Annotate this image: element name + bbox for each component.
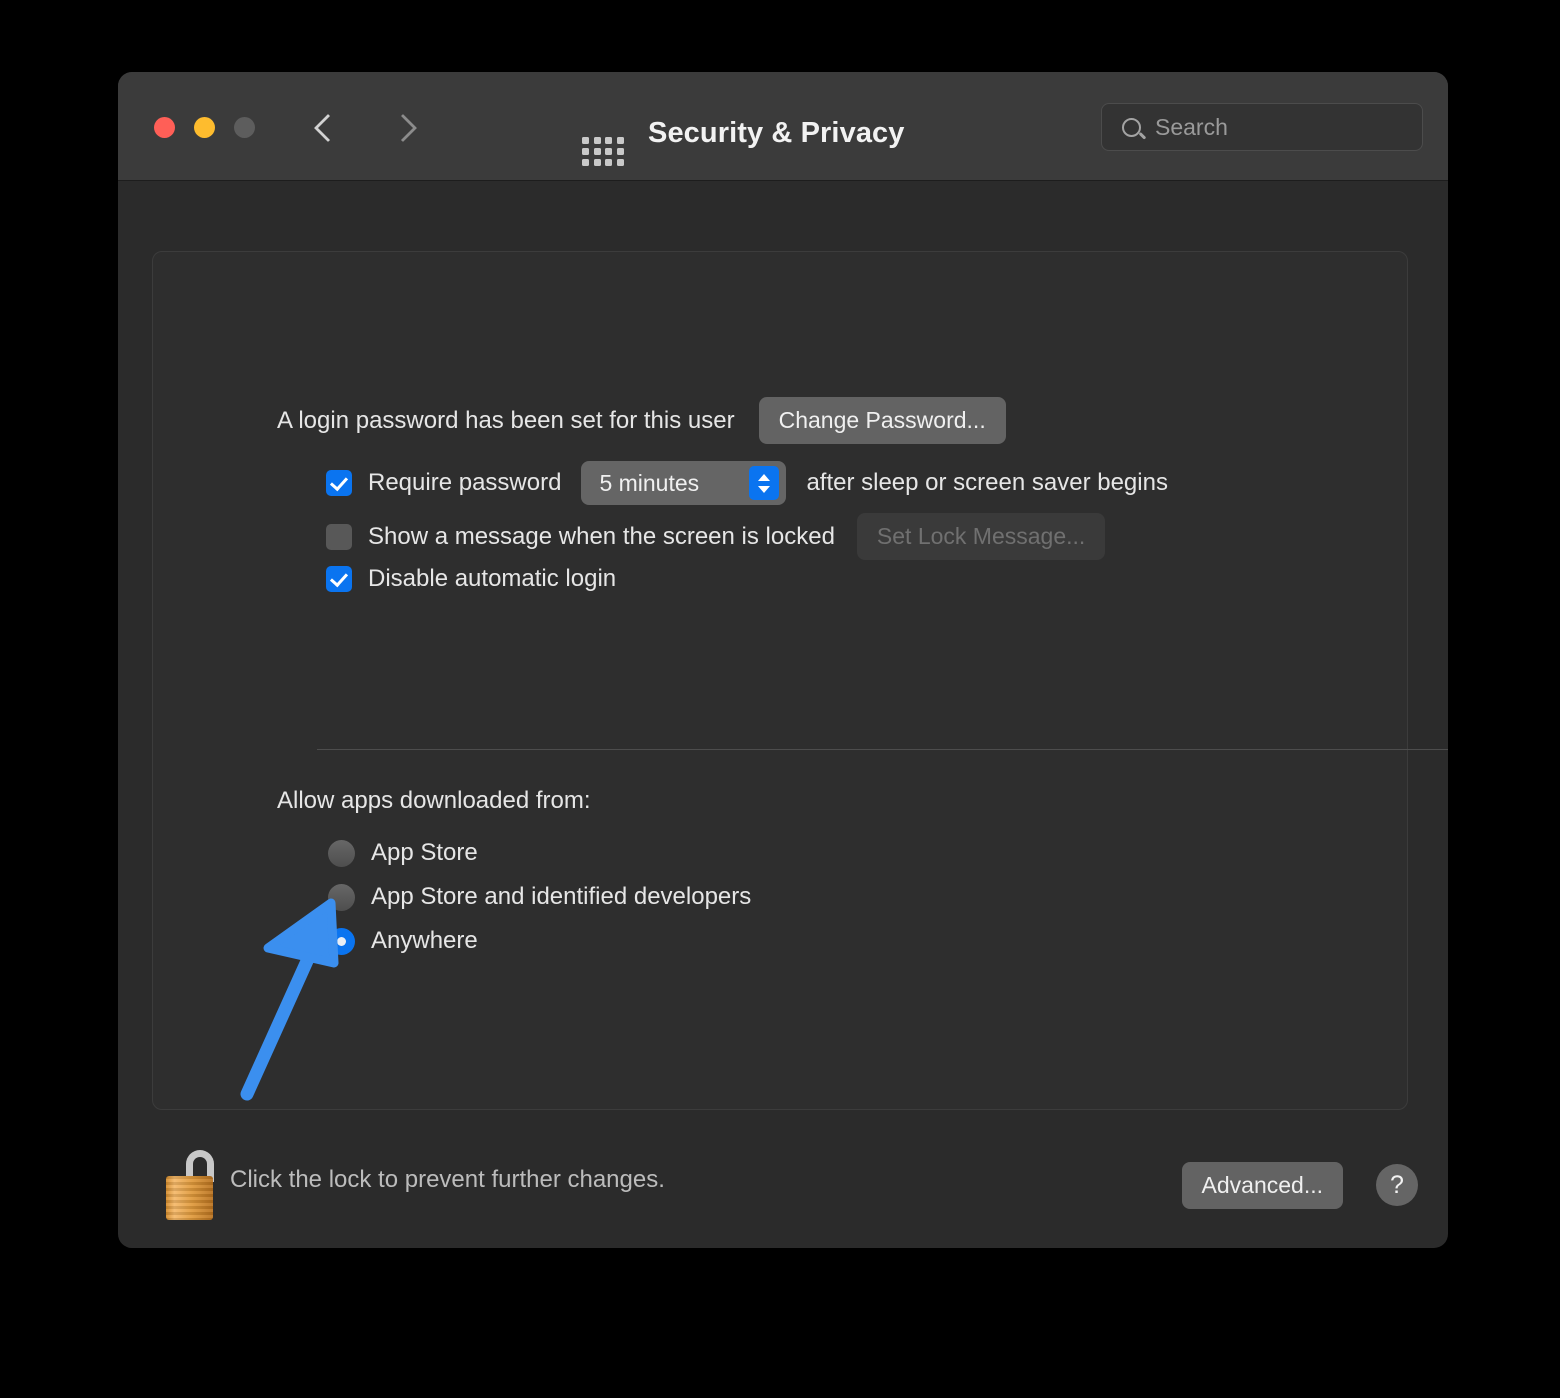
close-button[interactable] bbox=[154, 117, 175, 138]
traffic-lights bbox=[154, 117, 255, 138]
require-password-label: Require password bbox=[368, 469, 561, 497]
back-button[interactable] bbox=[308, 108, 348, 148]
radio-app-store-identified-developers[interactable] bbox=[328, 884, 355, 911]
unlocked-padlock-icon[interactable] bbox=[166, 1150, 222, 1220]
minimize-button[interactable] bbox=[194, 117, 215, 138]
forward-button[interactable] bbox=[383, 108, 423, 148]
search-icon bbox=[1122, 118, 1141, 137]
set-lock-message-button[interactable]: Set Lock Message... bbox=[857, 513, 1105, 560]
disable-auto-login-checkbox[interactable] bbox=[326, 566, 352, 592]
require-password-interval-popup[interactable]: 5 minutes bbox=[581, 461, 786, 505]
radio-app-store-identified-developers-label: App Store and identified developers bbox=[371, 883, 751, 911]
stepper-icon[interactable] bbox=[749, 466, 779, 500]
help-button[interactable]: ? bbox=[1376, 1164, 1418, 1206]
radio-app-store[interactable] bbox=[328, 840, 355, 867]
padlock-body bbox=[166, 1176, 213, 1220]
show-all-grid-icon[interactable] bbox=[582, 137, 624, 166]
require-password-interval-value: 5 minutes bbox=[599, 470, 749, 497]
radio-row-app-store[interactable]: App Store bbox=[328, 839, 478, 867]
chevron-right-icon bbox=[389, 114, 417, 142]
window-titlebar: Security & Privacy Search bbox=[118, 72, 1448, 181]
radio-row-anywhere[interactable]: Anywhere bbox=[328, 927, 478, 955]
search-field[interactable]: Search bbox=[1101, 103, 1423, 151]
radio-app-store-label: App Store bbox=[371, 839, 478, 867]
radio-anywhere-label: Anywhere bbox=[371, 927, 478, 955]
show-lock-message-row: Show a message when the screen is locked… bbox=[326, 513, 1105, 560]
disable-auto-login-label: Disable automatic login bbox=[368, 565, 616, 593]
chevron-up-icon bbox=[758, 474, 770, 481]
general-settings-panel: A login password has been set for this u… bbox=[152, 251, 1408, 1110]
login-password-status: A login password has been set for this u… bbox=[277, 407, 735, 435]
show-lock-message-label: Show a message when the screen is locked bbox=[368, 523, 835, 551]
system-preferences-window: Security & Privacy Search General FileVa… bbox=[118, 72, 1448, 1248]
require-password-suffix: after sleep or screen saver begins bbox=[806, 469, 1168, 497]
radio-anywhere[interactable] bbox=[328, 928, 355, 955]
show-lock-message-checkbox[interactable] bbox=[326, 524, 352, 550]
radio-row-app-store-identified[interactable]: App Store and identified developers bbox=[328, 883, 751, 911]
advanced-button[interactable]: Advanced... bbox=[1182, 1162, 1343, 1209]
section-divider bbox=[317, 749, 1448, 750]
require-password-checkbox[interactable] bbox=[326, 470, 352, 496]
allow-apps-heading: Allow apps downloaded from: bbox=[277, 787, 591, 815]
require-password-row: Require password 5 minutes after sleep o… bbox=[326, 461, 1168, 505]
page-title: Security & Privacy bbox=[648, 117, 905, 150]
lock-hint-text: Click the lock to prevent further change… bbox=[230, 1166, 665, 1194]
chevron-down-icon bbox=[758, 486, 770, 493]
disable-auto-login-row: Disable automatic login bbox=[326, 565, 616, 593]
login-password-row: A login password has been set for this u… bbox=[277, 397, 1006, 444]
allow-apps-heading-row: Allow apps downloaded from: bbox=[277, 787, 591, 815]
zoom-button[interactable] bbox=[234, 117, 255, 138]
chevron-left-icon bbox=[314, 114, 342, 142]
change-password-button[interactable]: Change Password... bbox=[759, 397, 1006, 444]
search-placeholder: Search bbox=[1155, 114, 1228, 141]
